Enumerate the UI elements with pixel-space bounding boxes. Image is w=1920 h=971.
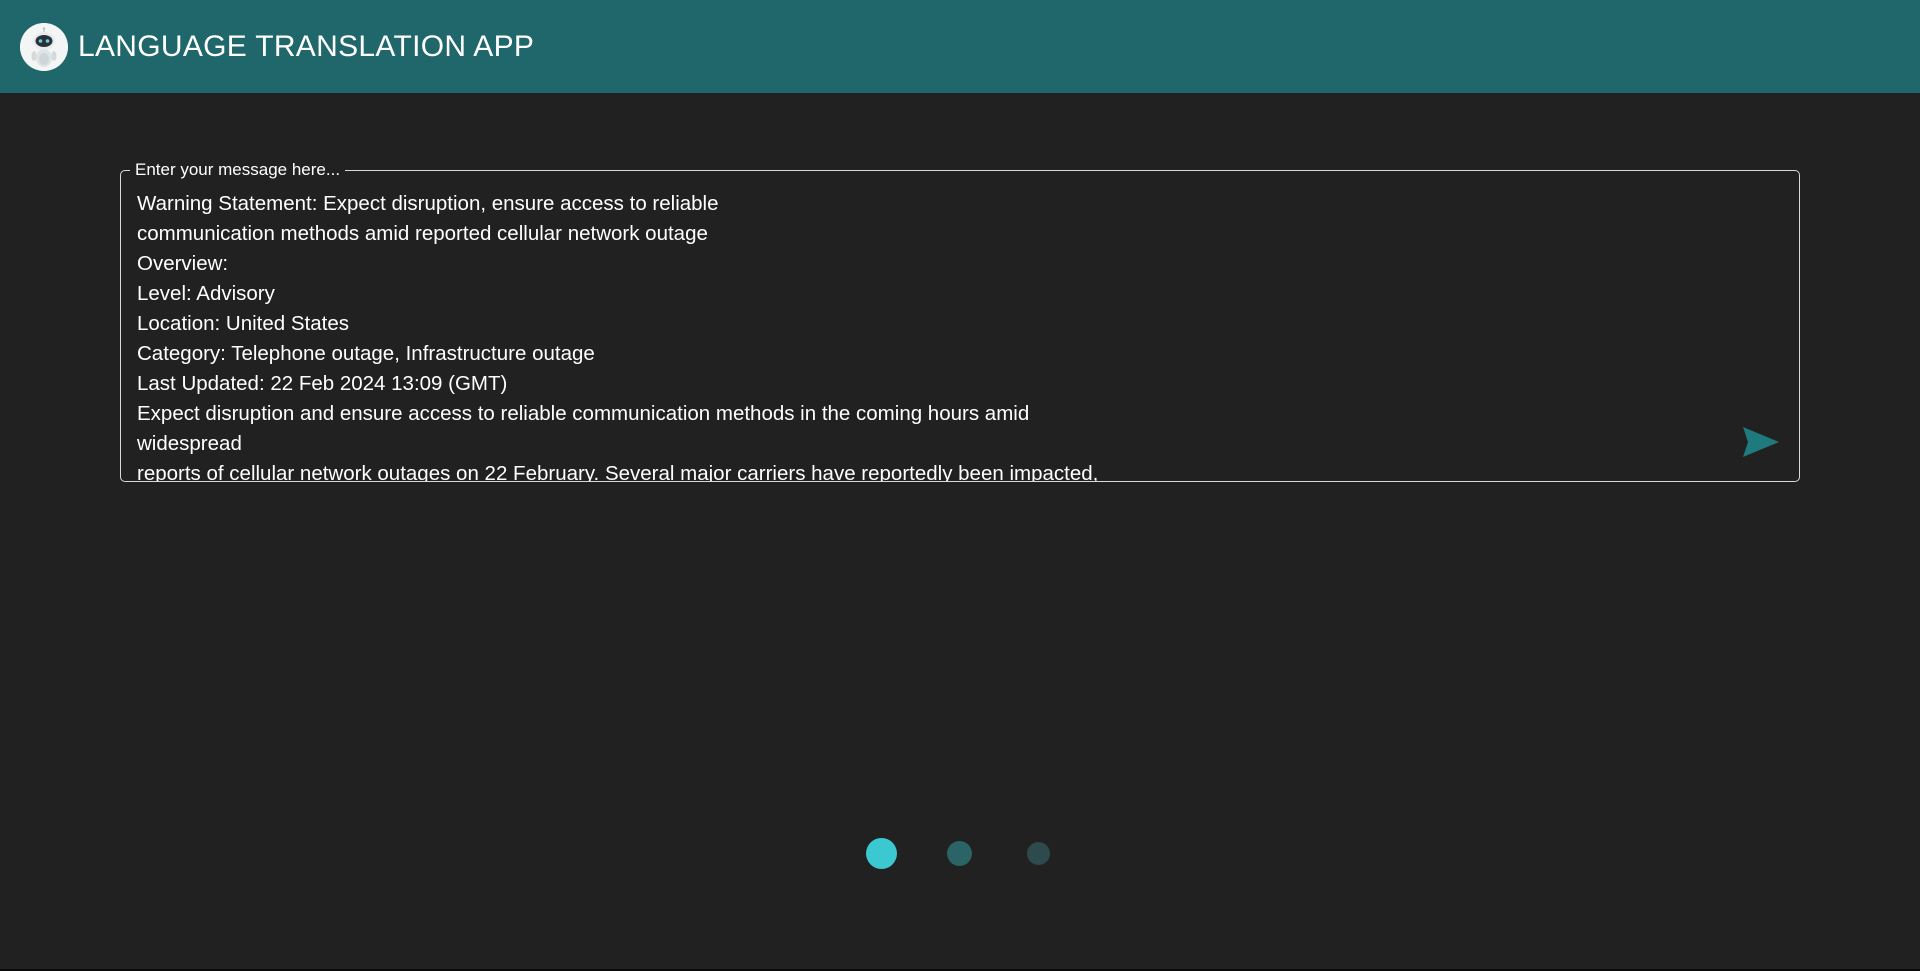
robot-avatar-icon bbox=[20, 22, 68, 71]
loading-indicator bbox=[0, 838, 1920, 869]
message-textarea[interactable]: Warning Statement: Expect disruption, en… bbox=[137, 189, 1137, 481]
message-field[interactable]: Enter your message here... Warning State… bbox=[120, 160, 1800, 482]
message-field-label: Enter your message here... bbox=[130, 160, 346, 180]
send-button[interactable] bbox=[1741, 425, 1781, 459]
app-title: LANGUAGE TRANSLATION APP bbox=[78, 29, 535, 63]
app-header: LANGUAGE TRANSLATION APP bbox=[0, 0, 1920, 93]
pager-dot-2 bbox=[947, 841, 972, 866]
pager-dot-3 bbox=[1027, 842, 1050, 865]
pager-dot-1 bbox=[866, 838, 897, 869]
send-icon bbox=[1743, 427, 1779, 457]
